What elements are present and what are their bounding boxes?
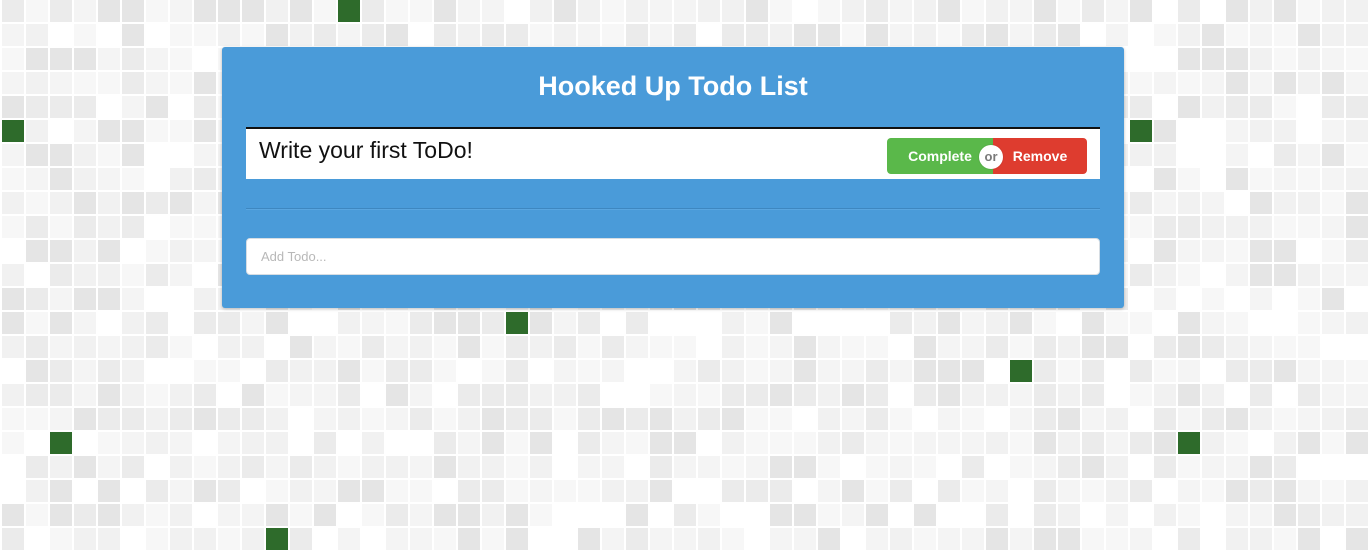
todo-item: Write your first ToDo! Complete Remove o… [246, 127, 1100, 179]
or-separator-badge: or [979, 145, 1003, 169]
add-todo-input[interactable] [246, 238, 1100, 275]
todo-panel: Hooked Up Todo List Write your first ToD… [222, 47, 1124, 308]
divider [246, 208, 1100, 210]
app-title: Hooked Up Todo List [538, 71, 808, 101]
remove-button[interactable]: Remove [993, 138, 1087, 174]
complete-button[interactable]: Complete [887, 138, 993, 174]
todo-item-text: Write your first ToDo! [259, 137, 473, 163]
